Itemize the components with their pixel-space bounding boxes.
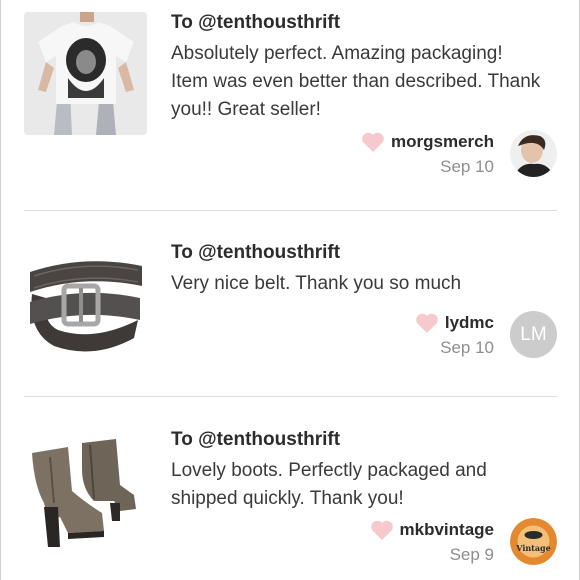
heart-icon (370, 520, 393, 540)
review-date: Sep 10 (440, 338, 494, 357)
review-message: Very nice belt. Thank you so much (171, 273, 462, 294)
avatar-logo: Vintage (510, 518, 557, 565)
heart-icon (362, 132, 384, 152)
boots-photo (24, 429, 147, 552)
review-author[interactable]: morgsmerch (361, 130, 494, 154)
item-thumbnail-boots[interactable] (24, 429, 147, 552)
user-avatar[interactable]: Vintage (510, 518, 557, 565)
avatar-photo (510, 130, 557, 177)
review-message: Absolutely perfect. Amazing packaging! I… (171, 43, 541, 120)
item-thumbnail-belt[interactable] (24, 242, 147, 365)
avatar-logo-text: Vintage (515, 543, 550, 553)
heart-icon (416, 313, 438, 333)
belt-photo (24, 242, 147, 365)
review-recipient[interactable]: To @tenthousthrift (171, 12, 340, 34)
divider (24, 396, 557, 397)
review-username[interactable]: lydmc (445, 313, 494, 333)
review-recipient[interactable]: To @tenthousthrift (171, 242, 340, 264)
review-author[interactable]: lydmc (415, 311, 494, 335)
review-recipient[interactable]: To @tenthousthrift (171, 429, 340, 451)
review-date: Sep 9 (449, 545, 494, 564)
review-author[interactable]: mkbvintage (370, 518, 494, 542)
review-message: Lovely boots. Perfectly packaged and shi… (171, 460, 487, 509)
left-border (0, 0, 1, 580)
divider (24, 210, 557, 211)
review-username[interactable]: mkbvintage (400, 520, 494, 540)
user-avatar[interactable] (510, 130, 557, 177)
review-username[interactable]: morgsmerch (391, 132, 494, 152)
tshirt-photo (24, 12, 147, 135)
review-date: Sep 10 (440, 157, 494, 176)
item-thumbnail-tshirt[interactable] (24, 12, 147, 135)
user-avatar-initials[interactable]: LM (510, 311, 557, 358)
